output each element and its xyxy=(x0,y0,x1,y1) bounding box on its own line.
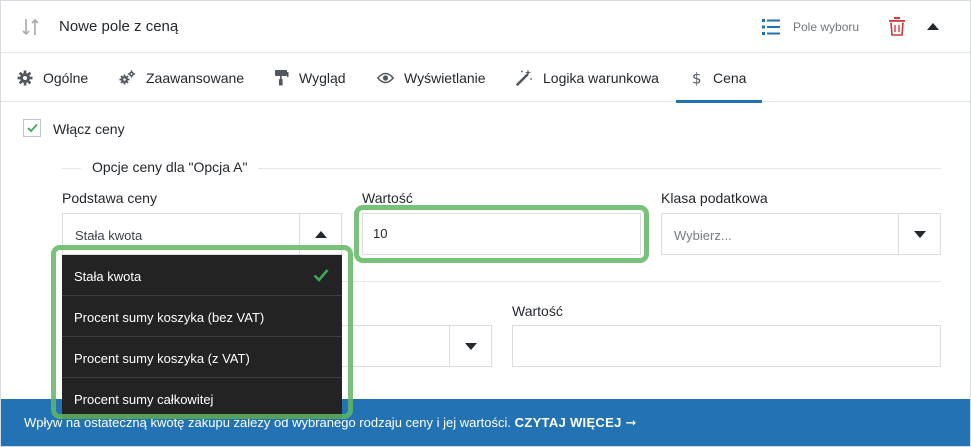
price-base-label: Podstawa ceny xyxy=(62,190,157,206)
tab-advanced[interactable]: Zaawansowane xyxy=(119,53,244,102)
dropdown-option-total[interactable]: Procent sumy całkowitej xyxy=(62,378,342,419)
paint-roller-icon xyxy=(275,70,289,86)
price-base-value: Stała kwota xyxy=(75,228,143,243)
tab-label: Ogólne xyxy=(43,69,89,86)
eye-icon xyxy=(377,72,394,83)
caret-down-icon xyxy=(465,343,477,350)
check-icon xyxy=(27,123,38,133)
price-base-select[interactable]: Stała kwota xyxy=(62,213,342,255)
dropdown-toggle[interactable] xyxy=(299,214,341,254)
tax-class-label: Klasa podatkowa xyxy=(661,190,768,206)
dropdown-option-fixed-amount[interactable]: Stała kwota xyxy=(62,255,342,296)
value-label-2: Wartość xyxy=(512,303,563,319)
field-type-label: Pole wyboru xyxy=(793,20,860,34)
option-label: Stała kwota xyxy=(74,269,142,284)
field-header: Nowe pole z ceną Pole wyboru xyxy=(1,1,970,53)
read-more-link[interactable]: CZYTAJ WIĘCEJ ➞ xyxy=(515,415,637,430)
option-label: Procent sumy całkowitej xyxy=(74,392,214,407)
dropdown-option-cart-net[interactable]: Procent sumy koszyka (bez VAT) xyxy=(62,296,342,337)
dropdown-toggle[interactable] xyxy=(449,326,491,366)
tab-label: Logika warunkowa xyxy=(543,69,659,86)
tax-class-placeholder: Wybierz... xyxy=(674,228,732,243)
field-editor-panel: Nowe pole z ceną Pole wyboru Ogólne Zaaw… xyxy=(0,0,971,447)
secondary-value-input[interactable] xyxy=(512,325,941,367)
tab-bar: Ogólne Zaawansowane Wygląd Wyświetlanie … xyxy=(1,53,970,103)
price-value-input[interactable]: 10 xyxy=(362,213,641,255)
tab-label: Wyświetlanie xyxy=(404,69,486,86)
list-icon xyxy=(762,19,780,35)
magic-wand-icon xyxy=(516,69,532,86)
value-label: Wartość xyxy=(362,190,413,206)
tab-label: Cena xyxy=(713,69,747,86)
enable-price-checkbox[interactable] xyxy=(23,119,41,137)
checkmark-icon xyxy=(313,269,329,282)
trash-icon[interactable] xyxy=(889,17,905,36)
tab-appearance[interactable]: Wygląd xyxy=(274,53,346,102)
tab-general[interactable]: Ogólne xyxy=(17,53,88,102)
tab-display[interactable]: Wyświetlanie xyxy=(377,53,486,102)
svg-text:$: $ xyxy=(692,70,702,86)
caret-up-icon xyxy=(315,231,327,238)
tab-label: Wygląd xyxy=(299,69,346,86)
dropdown-toggle[interactable] xyxy=(898,214,940,254)
caret-down-icon xyxy=(914,231,926,238)
tax-class-select[interactable]: Wybierz... xyxy=(661,213,941,255)
tab-price[interactable]: $ Cena xyxy=(675,53,764,103)
sort-handle-icon[interactable] xyxy=(22,17,40,37)
collapse-caret-icon[interactable] xyxy=(927,23,939,30)
price-base-dropdown: Stała kwota Procent sumy koszyka (bez VA… xyxy=(62,255,342,419)
option-label: Procent sumy koszyka (bez VAT) xyxy=(74,310,265,325)
gears-icon xyxy=(119,69,136,84)
fieldset-legend: Opcje ceny dla "Opcja A" xyxy=(81,159,259,175)
dollar-icon: $ xyxy=(692,70,702,86)
gear-icon xyxy=(17,70,33,85)
enable-price-label[interactable]: Włącz ceny xyxy=(53,121,125,137)
tab-label: Zaawansowane xyxy=(146,69,245,86)
option-label: Procent sumy koszyka (z VAT) xyxy=(74,351,250,366)
dropdown-option-cart-gross[interactable]: Procent sumy koszyka (z VAT) xyxy=(62,337,342,378)
field-title[interactable]: Nowe pole z ceną xyxy=(59,18,178,35)
tab-conditional-logic[interactable]: Logika warunkowa xyxy=(516,53,659,102)
